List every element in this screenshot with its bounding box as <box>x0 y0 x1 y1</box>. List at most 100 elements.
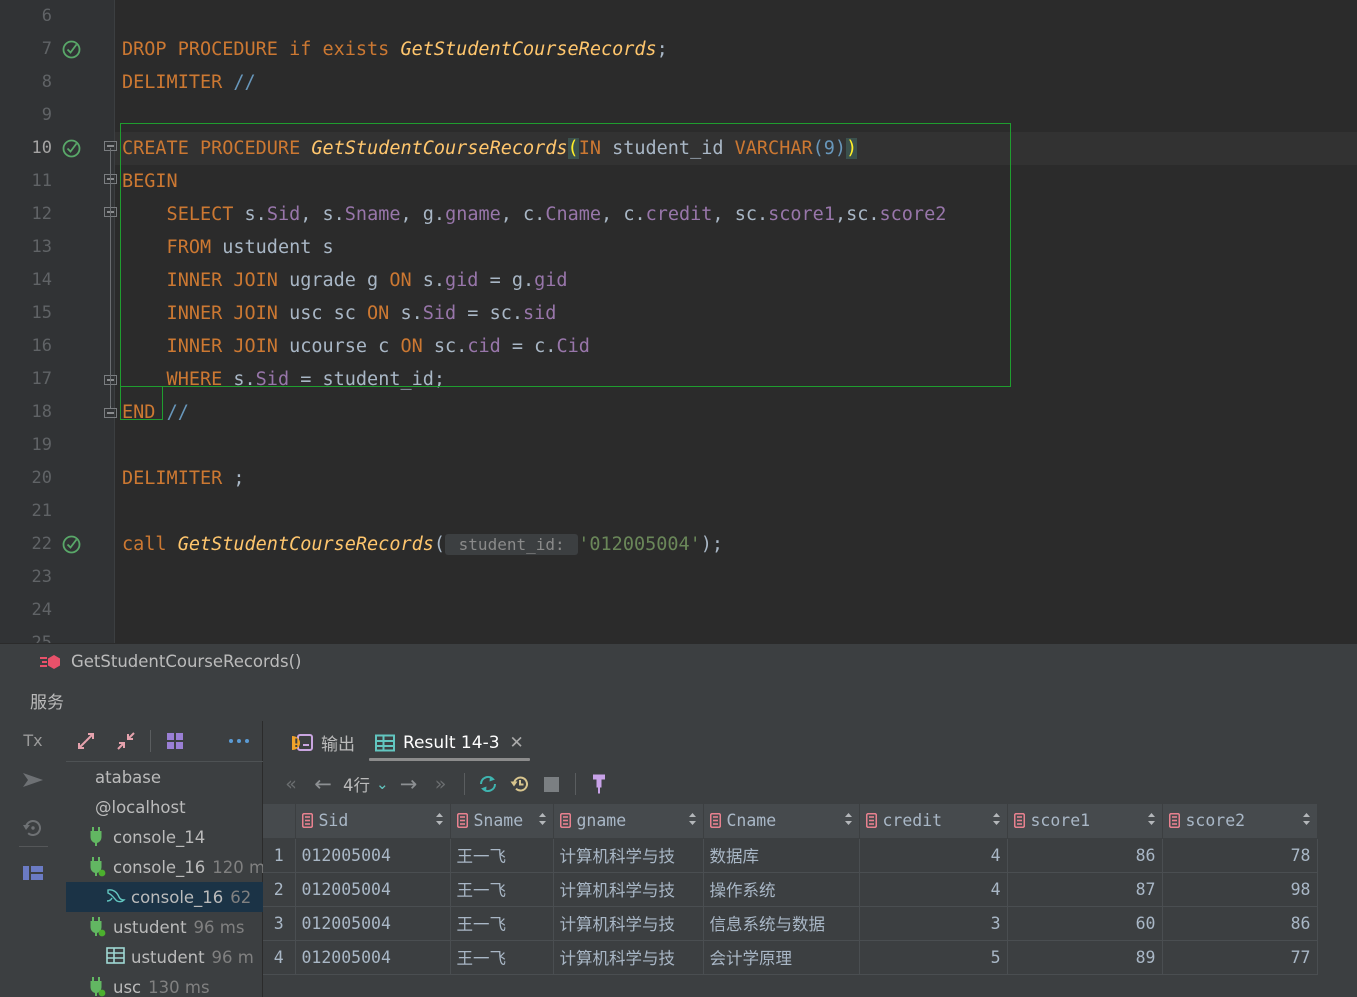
table-cell[interactable]: 012005004 <box>295 940 451 975</box>
gutter-row[interactable]: 8 <box>0 66 115 99</box>
table-row[interactable]: 3 012005004 王一飞 计算机科学与技 信息系统与数据 3 60 86 <box>263 906 1318 941</box>
tree-node[interactable]: atabase <box>66 762 263 792</box>
table-row[interactable]: 1 012005004 王一飞 计算机科学与技 数据库 4 86 78 <box>263 838 1318 873</box>
tree-node[interactable]: usc 130 ms <box>66 972 263 997</box>
grid-column-header[interactable]: score1 <box>1007 804 1163 839</box>
pin-button[interactable] <box>583 764 615 804</box>
code-line[interactable]: SELECT s.Sid, s.Sname, g.gname, c.Cname,… <box>115 198 1357 231</box>
table-cell[interactable]: 计算机科学与技 <box>553 838 704 873</box>
code-line[interactable]: DELIMITER // <box>115 66 1357 99</box>
table-cell[interactable]: 王一飞 <box>450 906 554 941</box>
sort-arrows-icon[interactable] <box>688 811 697 830</box>
code-line[interactable]: WHERE s.Sid = student_id; <box>115 363 1357 396</box>
close-icon[interactable]: ✕ <box>510 733 524 753</box>
results-grid[interactable]: Sid Sname gname Cname credit score1 score2 1 01… <box>263 804 1318 975</box>
table-cell[interactable]: 78 <box>1162 838 1318 873</box>
table-cell[interactable]: 012005004 <box>295 872 451 907</box>
reload-button[interactable] <box>472 764 504 804</box>
gutter-row[interactable]: 14 <box>0 264 115 297</box>
grid-column-header[interactable]: Cname <box>703 804 860 839</box>
services-tree-panel[interactable]: atabase @localhost console_14 console_16 120… <box>66 721 263 997</box>
gutter-row[interactable]: 23 <box>0 561 115 594</box>
history-button[interactable] <box>504 764 536 804</box>
table-cell[interactable]: 60 <box>1007 906 1163 941</box>
tree-node[interactable]: console_16 62 <box>66 882 263 912</box>
layout-icon[interactable] <box>0 854 66 892</box>
gutter-row[interactable]: 15 <box>0 297 115 330</box>
code-content[interactable]: DROP PROCEDURE if exists GetStudentCours… <box>115 0 1357 643</box>
grid-layout-icon[interactable] <box>155 721 195 762</box>
last-page-button[interactable]: » <box>425 764 457 804</box>
gutter-row[interactable]: 11 <box>0 165 117 198</box>
table-cell[interactable]: 王一飞 <box>450 940 554 975</box>
table-cell[interactable]: 77 <box>1162 940 1318 975</box>
sort-arrows-icon[interactable] <box>435 811 444 830</box>
table-cell[interactable]: 89 <box>1007 940 1163 975</box>
gutter-row[interactable]: 16 <box>0 330 115 363</box>
grid-column-header[interactable]: Sname <box>450 804 554 839</box>
gutter-row[interactable]: 12 <box>0 198 117 231</box>
table-cell[interactable]: 98 <box>1162 872 1318 907</box>
table-row[interactable]: 2 012005004 王一飞 计算机科学与技 操作系统 4 87 98 <box>263 872 1318 907</box>
table-cell[interactable]: 信息系统与数据 <box>703 906 860 941</box>
gutter-row[interactable]: 17 <box>0 363 117 396</box>
table-cell[interactable]: 012005004 <box>295 906 451 941</box>
tree-node[interactable]: ustudent 96 m <box>66 942 263 972</box>
code-line[interactable]: DROP PROCEDURE if exists GetStudentCours… <box>115 33 1357 66</box>
gutter-row[interactable]: 7 <box>0 33 115 66</box>
code-line[interactable]: INNER JOIN usc sc ON s.Sid = sc.sid <box>115 297 1357 330</box>
table-cell[interactable]: 4 <box>859 838 1008 873</box>
run-statement-icon[interactable] <box>62 139 81 158</box>
code-line[interactable] <box>115 594 1357 627</box>
table-cell[interactable]: 5 <box>859 940 1008 975</box>
gutter-row[interactable]: 24 <box>0 594 115 627</box>
breadcrumb[interactable]: GetStudentCourseRecords() <box>0 643 1357 679</box>
code-line[interactable] <box>115 0 1357 33</box>
run-icon[interactable] <box>0 761 66 799</box>
code-line[interactable]: CREATE PROCEDURE GetStudentCourseRecords… <box>115 132 1357 165</box>
grid-column-header[interactable]: credit <box>859 804 1008 839</box>
sort-arrows-icon[interactable] <box>992 811 1001 830</box>
tree-node[interactable]: console_16 120 m <box>66 852 263 882</box>
prev-page-button[interactable]: ← <box>307 764 339 804</box>
table-cell[interactable]: 012005004 <box>295 838 451 873</box>
gutter-row[interactable]: 20 <box>0 462 115 495</box>
tab-result-14-3[interactable]: Result 14-3 ✕ <box>365 721 534 764</box>
results-tab-bar[interactable]: 输出 Result 14-3 ✕ <box>263 721 1357 764</box>
tree-node[interactable]: console_14 <box>66 822 263 852</box>
tab-output[interactable]: 输出 <box>281 721 365 764</box>
gutter-row[interactable]: 21 <box>0 495 115 528</box>
gutter-row[interactable]: 18 <box>0 396 117 429</box>
table-cell[interactable]: 王一飞 <box>450 872 554 907</box>
code-line[interactable] <box>115 561 1357 594</box>
first-page-button[interactable]: « <box>275 764 307 804</box>
results-grid-container[interactable]: Sid Sname gname Cname credit score1 score2 1 01… <box>263 804 1357 997</box>
code-line[interactable]: INNER JOIN ugrade g ON s.gid = g.gid <box>115 264 1357 297</box>
table-cell[interactable]: 计算机科学与技 <box>553 940 704 975</box>
collapse-all-icon[interactable] <box>106 721 146 762</box>
table-cell[interactable]: 86 <box>1007 838 1163 873</box>
table-cell[interactable]: 4 <box>859 872 1008 907</box>
table-cell[interactable]: 操作系统 <box>703 872 860 907</box>
code-line[interactable]: call GetStudentCourseRecords( student_id… <box>115 528 1357 561</box>
code-line[interactable]: INNER JOIN ucourse c ON sc.cid = c.Cid <box>115 330 1357 363</box>
sort-arrows-icon[interactable] <box>538 811 547 830</box>
code-line[interactable]: END // <box>115 396 1357 429</box>
history-icon[interactable] <box>0 809 66 847</box>
stop-button[interactable] <box>536 764 568 804</box>
tree-node[interactable]: @localhost <box>66 792 263 822</box>
sort-arrows-icon[interactable] <box>844 811 853 830</box>
services-tree[interactable]: atabase @localhost console_14 console_16 120… <box>66 762 263 997</box>
code-line[interactable]: FROM ustudent s <box>115 231 1357 264</box>
sort-arrows-icon[interactable] <box>1147 811 1156 830</box>
code-line[interactable] <box>115 429 1357 462</box>
row-count-selector[interactable]: 4行 ⌄ <box>339 772 393 796</box>
tree-node[interactable]: ustudent 96 ms <box>66 912 263 942</box>
gutter-row[interactable]: 6 <box>0 0 115 33</box>
table-cell[interactable]: 数据库 <box>703 838 860 873</box>
gutter-row[interactable]: 10 <box>0 132 117 165</box>
run-statement-icon[interactable] <box>62 535 81 554</box>
grid-column-header[interactable]: Sid <box>295 804 451 839</box>
grid-column-header[interactable]: gname <box>553 804 704 839</box>
table-cell[interactable]: 87 <box>1007 872 1163 907</box>
